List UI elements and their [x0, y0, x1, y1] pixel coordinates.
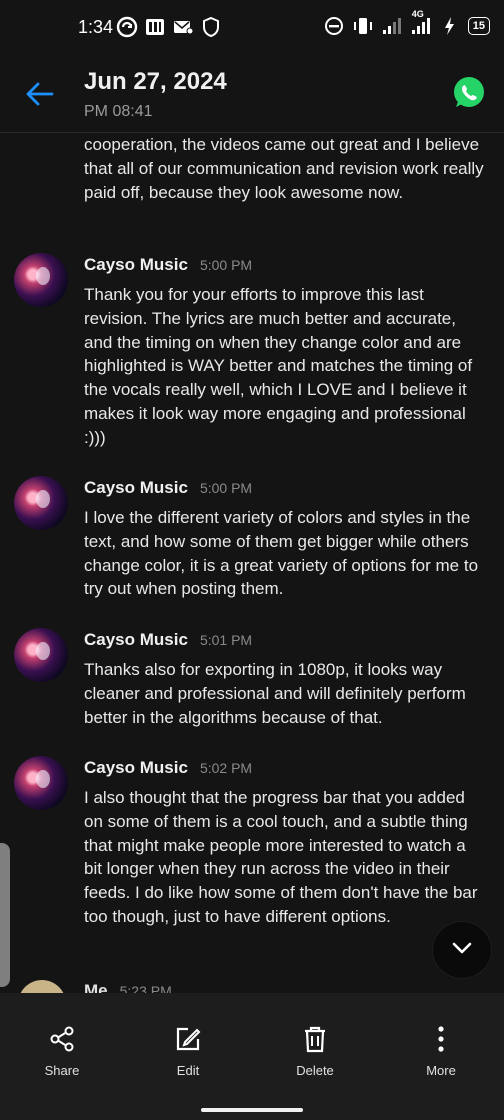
message-continuation: cooperation, the videos came out great a…: [84, 135, 484, 202]
sender-name: Cayso Music: [84, 255, 188, 274]
whatsapp-icon[interactable]: [452, 76, 486, 110]
sender-line: Cayso Music 5:01 PM: [84, 630, 252, 650]
message-header: Jun 27, 2024 PM 08:41: [0, 56, 504, 133]
sender-name: Cayso Music: [84, 478, 188, 497]
charging-icon: [439, 15, 461, 37]
message-text: Thanks also for exporting in 1080p, it l…: [84, 660, 466, 727]
sender-line: Cayso Music 5:00 PM: [84, 478, 252, 498]
message-time: 5:01 PM: [199, 632, 253, 648]
home-indicator[interactable]: [201, 1108, 303, 1112]
message-icon: [172, 16, 194, 38]
status-right-icons: 4G 15: [323, 9, 490, 37]
my-avatar: [18, 980, 66, 993]
sender-name: Me: [84, 981, 108, 993]
status-time: 1:34: [78, 17, 114, 37]
vibrate-icon: [352, 15, 374, 37]
header-time: PM 08:41: [84, 103, 153, 120]
more-label: More: [426, 1063, 456, 1078]
header-date: Jun 27, 2024: [84, 68, 227, 95]
message-text: I also thought that the progress bar tha…: [84, 788, 478, 926]
message-time: 5:02 PM: [199, 760, 253, 776]
sync-icon: [116, 16, 138, 38]
shield-icon: [200, 16, 222, 38]
avatar: [14, 253, 68, 307]
sender-line: Me 5:23 PM: [84, 981, 172, 993]
edit-button[interactable]: Edit: [143, 1021, 233, 1078]
status-left-icons: [116, 16, 222, 38]
more-vertical-icon: [396, 1021, 486, 1057]
message-time: 5:00 PM: [199, 257, 253, 273]
message-feed[interactable]: cooperation, the videos came out great a…: [0, 133, 504, 993]
message-text: Thank you for your efforts to improve th…: [84, 285, 473, 447]
edit-label: Edit: [176, 1063, 200, 1078]
dnd-icon: [323, 15, 345, 37]
message-time: 5:23 PM: [119, 983, 172, 993]
edge-panel-handle[interactable]: [0, 843, 10, 987]
delete-button[interactable]: Delete: [270, 1021, 360, 1078]
back-arrow-icon[interactable]: [24, 78, 56, 110]
avatar: [14, 476, 68, 530]
battery-level: 15: [467, 17, 490, 35]
signal-icon: [381, 15, 403, 37]
app-icon: [144, 16, 166, 38]
status-bar: 1:34 4G 15: [0, 0, 504, 56]
sender-name: Cayso Music: [84, 630, 188, 649]
sender-line: Cayso Music 5:00 PM: [84, 255, 252, 275]
sender-line: Cayso Music 5:02 PM: [84, 758, 252, 778]
scroll-to-bottom-button[interactable]: [432, 921, 492, 979]
avatar: [14, 756, 68, 810]
avatar: [14, 628, 68, 682]
share-label: Share: [44, 1063, 80, 1078]
bottom-action-bar: Share Edit Delete More: [0, 993, 504, 1120]
share-button[interactable]: Share: [17, 1021, 107, 1078]
chevron-down-icon: [450, 936, 474, 965]
network-type-label: 4G: [411, 9, 424, 19]
signal-4g-icon: 4G: [410, 9, 432, 37]
edit-icon: [143, 1021, 233, 1057]
message-text: I love the different variety of colors a…: [84, 508, 479, 599]
trash-icon: [270, 1021, 360, 1057]
delete-label: Delete: [296, 1063, 334, 1078]
more-button[interactable]: More: [396, 1021, 486, 1078]
message-time: 5:00 PM: [199, 480, 253, 496]
sender-name: Cayso Music: [84, 758, 188, 777]
share-icon: [17, 1021, 107, 1057]
